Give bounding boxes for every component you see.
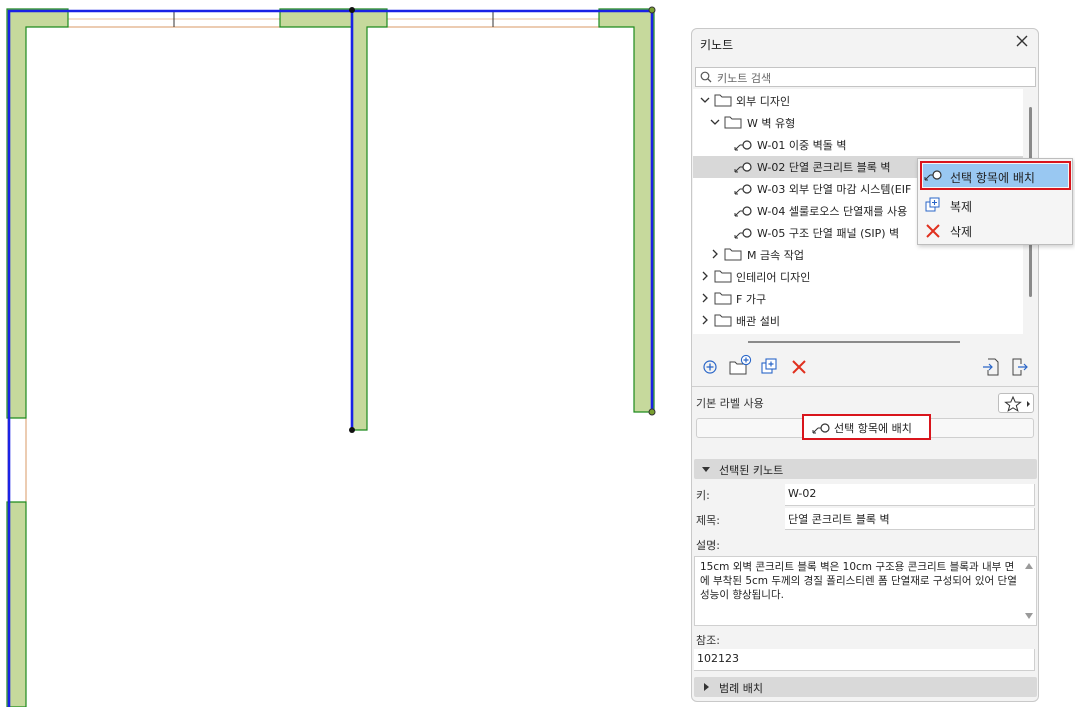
star-icon [1004,395,1030,412]
menu-item-label: 복제 [950,200,973,214]
chevron-down-icon[interactable] [710,117,720,127]
folder-icon [724,248,742,261]
keynote-icon [812,423,830,434]
tree-item-label: W-04 셀룰로오스 단열재를 사용 [757,205,908,218]
place-button-label: 선택 항목에 배치 [834,422,912,435]
chevron-right-icon[interactable] [710,249,720,259]
tree-item-label: 외부 디자인 [736,95,791,108]
default-label-text: 기본 라벨 사용 [696,397,764,410]
tree-item-label: W-01 이중 벽돌 벽 [757,139,847,152]
wall-selection-lines [7,9,654,707]
tree-item-label: W-03 외부 단열 마감 시스템(EIF [757,183,912,196]
export-icon[interactable] [1009,357,1029,377]
folder-icon [724,116,742,129]
selection-hotspots[interactable] [349,6,656,433]
key-field[interactable]: W-02 [785,484,1035,506]
tree-folder-exterior-design[interactable]: 외부 디자인 [693,90,1023,112]
tree-item-label: F 가구 [736,293,767,306]
title-field[interactable]: 단열 콘크리트 블록 벽 [785,508,1035,530]
legend-placement-section[interactable]: 범례 배치 [694,677,1037,697]
tree-folder-wall-types[interactable]: W 벽 유형 [693,112,1023,134]
title-label: 제목: [696,514,720,527]
menu-item-delete[interactable]: 삭제 [918,218,1072,242]
duplicate-icon[interactable] [759,357,779,377]
menu-item-label: 삭제 [950,225,973,239]
tree-folder-metal-work[interactable]: M 금속 작업 [693,244,1023,266]
tree-item-label: 인테리어 디자인 [736,271,811,284]
add-folder-icon[interactable] [729,354,753,376]
delete-icon [926,224,940,238]
import-icon[interactable] [981,357,1001,377]
folder-icon [714,292,732,305]
wall-right-room[interactable] [598,8,655,413]
key-label: 키: [696,489,710,502]
tree-item-label: W-02 단열 콘크리트 블록 벽 [757,161,891,174]
title-value: 단열 콘크리트 블록 벽 [788,513,890,526]
folder-icon [714,94,732,107]
divider [692,386,1038,387]
menu-item-place-on-selection[interactable]: 선택 항목에 배치 [918,164,1072,188]
keynote-panel: 키노트 키노트 검색 외부 디자인 W 벽 유형 W-01 이중 벽돌 벽 W-… [691,28,1039,702]
chevron-right-icon[interactable] [700,315,710,325]
keynote-icon [734,140,752,151]
reference-label: 참조: [696,634,720,647]
triangle-down-icon [702,467,710,472]
add-keynote-icon[interactable] [700,357,720,377]
search-icon [700,71,712,83]
keynote-icon [924,170,942,181]
window-left-side[interactable] [7,417,27,503]
close-icon[interactable] [1014,33,1030,49]
duplicate-icon [925,197,940,212]
wall-top-middle[interactable] [279,8,388,431]
tree-keynote-w01[interactable]: W-01 이중 벽돌 벽 [693,134,1023,156]
chevron-right-icon[interactable] [700,293,710,303]
description-text: 15cm 외벽 콘크리트 블록 벽은 10cm 구조용 콘크리트 블록과 내부 … [700,561,1017,601]
tree-item-label: W-05 구조 단열 패널 (SIP) 벽 [757,227,900,240]
keynote-icon [734,162,752,173]
panel-title: 키노트 [700,38,734,52]
tree-item-label: 배관 설비 [736,315,780,328]
tree-item-label: M 금속 작업 [747,249,804,262]
folder-icon [714,270,732,283]
section-title: 선택된 키노트 [719,464,784,477]
scroll-down-icon[interactable] [1025,613,1033,619]
description-field[interactable]: 15cm 외벽 콘크리트 블록 벽은 10cm 구조용 콘크리트 블록과 내부 … [694,556,1037,626]
tree-folder-interior-design[interactable]: 인테리어 디자인 [693,266,1023,288]
floor-plan-canvas[interactable] [0,0,690,707]
menu-item-duplicate[interactable]: 복제 [918,193,1072,217]
menu-item-label: 선택 항목에 배치 [950,171,1035,185]
wall-left-room[interactable] [6,8,69,419]
triangle-right-icon [704,683,709,691]
chevron-right-icon[interactable] [700,271,710,281]
folder-icon [714,314,732,327]
keynote-icon [734,184,752,195]
search-placeholder: 키노트 검색 [717,72,772,85]
place-on-selection-button[interactable]: 선택 항목에 배치 [802,414,931,440]
delete-icon[interactable] [789,357,809,377]
tree-item-label: W 벽 유형 [747,117,796,130]
tree-folder-furniture[interactable]: F 가구 [693,288,1023,310]
reference-field[interactable]: 102123 [694,649,1035,671]
reference-value: 102123 [697,652,739,665]
context-menu: 선택 항목에 배치 복제 삭제 [917,158,1073,245]
chevron-down-icon[interactable] [700,95,710,105]
search-input[interactable]: 키노트 검색 [695,67,1036,87]
keynote-icon [734,228,752,239]
window-top-right[interactable] [386,10,600,28]
description-label: 설명: [696,539,720,552]
tree-folder-plumbing[interactable]: 배관 설비 [693,310,1023,332]
window-top-left[interactable] [67,10,281,28]
tree-horizontal-scrollbar[interactable] [748,341,960,343]
favorites-button[interactable] [998,393,1034,413]
section-title: 범례 배치 [719,682,763,695]
selected-keynote-section[interactable]: 선택된 키노트 [694,459,1037,479]
key-value: W-02 [788,487,817,500]
keynote-icon [734,206,752,217]
scroll-up-icon[interactable] [1025,563,1033,569]
